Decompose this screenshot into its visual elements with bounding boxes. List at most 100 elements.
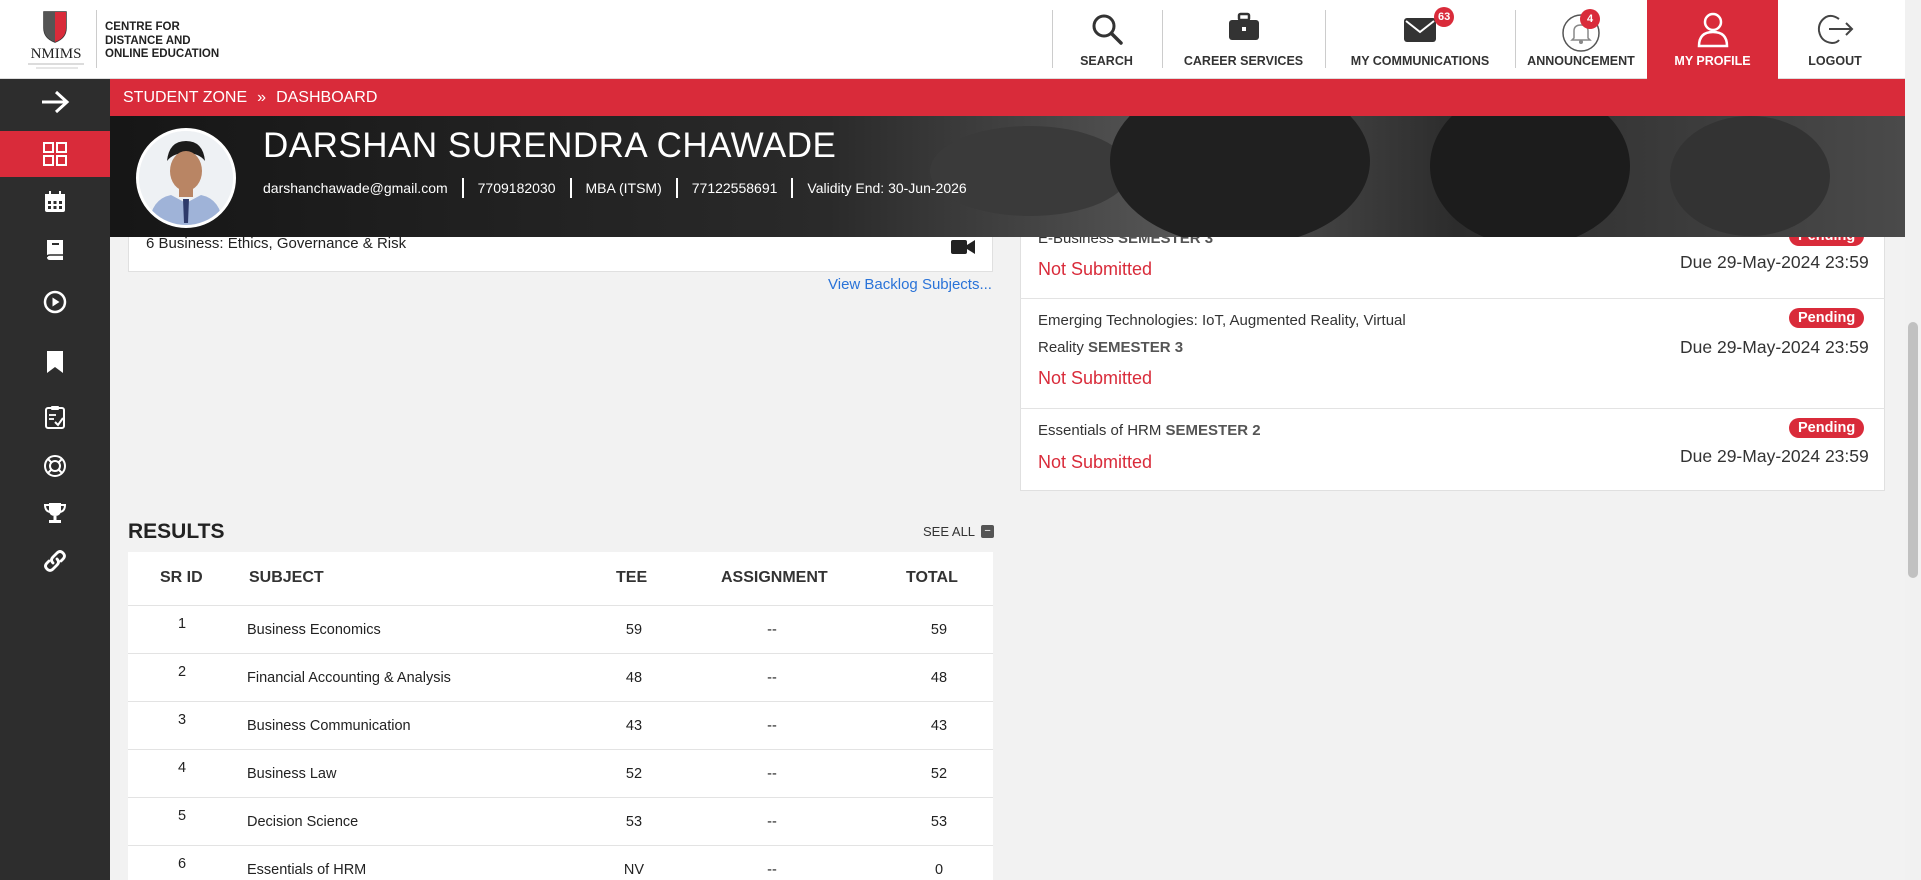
- divider: [1020, 298, 1885, 299]
- row-total: 0: [934, 862, 944, 878]
- row-subject: Business Communication: [247, 718, 411, 734]
- assignment-status: Not Submitted: [1038, 368, 1153, 388]
- nav-logout-label: LOGOUT: [1808, 54, 1862, 68]
- nav-search[interactable]: SEARCH: [1053, 0, 1160, 79]
- row-subject: Essentials of HRM: [247, 862, 367, 878]
- banner-deco: [1110, 116, 1370, 237]
- row-tee: 52: [625, 766, 643, 782]
- dashboard-grid-icon: [43, 142, 67, 166]
- avatar[interactable]: [136, 128, 236, 228]
- collapse-icon[interactable]: −: [981, 525, 995, 538]
- assignment-status: Not Submitted: [1038, 259, 1153, 279]
- banner-deco: [930, 126, 1130, 216]
- student-name: DARSHAN SURENDRA CHAWADE: [263, 126, 837, 165]
- row-assignment: --: [767, 718, 777, 734]
- banner-deco: [1430, 116, 1630, 237]
- sidebar-item-support[interactable]: [0, 443, 110, 489]
- sidebar-item-links[interactable]: [0, 538, 110, 584]
- row-tee: 53: [625, 814, 643, 830]
- lifebuoy-icon: [44, 455, 66, 477]
- nav-announcement-label: ANNOUNCEMENT: [1527, 54, 1635, 68]
- row-subject: Business Law: [247, 766, 337, 782]
- sidebar: [0, 79, 110, 880]
- banner-deco: [1670, 116, 1830, 236]
- assignment-due-date: Due 29-May-2024 23:59: [1680, 446, 1869, 466]
- column-header-total: TOTAL: [906, 569, 958, 586]
- nav-announcement[interactable]: 4 ANNOUNCEMENT: [1516, 0, 1646, 79]
- nav-career-services[interactable]: CAREER SERVICES: [1163, 0, 1324, 79]
- sidebar-item-bookmarks[interactable]: [0, 339, 110, 385]
- clipboard-check-icon: [45, 406, 65, 429]
- logout-icon: [1817, 14, 1854, 45]
- table-row: 6 Essentials of HRM NV -- 0: [128, 846, 993, 880]
- column-header-assignment: ASSIGNMENT: [721, 569, 828, 586]
- row-sr-id: 5: [178, 808, 187, 824]
- sidebar-item-dashboard[interactable]: [0, 131, 110, 177]
- bookmark-icon: [47, 351, 63, 373]
- table-row: 3 Business Communication 43 -- 43: [128, 702, 993, 750]
- assignment-semester: SEMESTER 2: [1165, 422, 1261, 439]
- assignment-due-date: Due 29-May-2024 23:59: [1680, 252, 1869, 272]
- page-scrollbar-thumb[interactable]: [1908, 322, 1918, 578]
- breadcrumb-student-zone[interactable]: STUDENT ZONE: [123, 89, 247, 107]
- envelope-icon: [1404, 18, 1436, 42]
- user-icon: [1697, 12, 1728, 48]
- student-info: darshanchawade@gmail.com 7709182030 MBA …: [263, 178, 967, 198]
- nav-my-communications[interactable]: 63 MY COMMUNICATIONS: [1326, 0, 1514, 79]
- pending-badge: Pending: [1789, 308, 1865, 328]
- row-subject: Decision Science: [247, 814, 359, 830]
- info-divider: [461, 178, 464, 198]
- sidebar-item-videos[interactable]: [0, 279, 110, 325]
- table-row: 2 Financial Accounting & Analysis 48 -- …: [128, 654, 993, 702]
- calendar-icon: [45, 191, 65, 212]
- trophy-icon: [43, 503, 67, 523]
- breadcrumb: STUDENT ZONE » DASHBOARD: [110, 79, 1905, 116]
- row-total: 43: [930, 718, 948, 734]
- view-backlog-subjects-link[interactable]: View Backlog Subjects...: [828, 276, 992, 293]
- sidebar-item-calendar[interactable]: [0, 179, 110, 225]
- announcement-count-badge: 4: [1580, 9, 1600, 29]
- video-camera-icon[interactable]: [950, 238, 976, 256]
- nmims-logo[interactable]: NMIMS: [22, 6, 90, 72]
- student-sap-id: 77122558691: [691, 180, 778, 196]
- logo-line-3: ONLINE EDUCATION: [105, 48, 220, 60]
- link-icon: [44, 550, 66, 572]
- sidebar-expand[interactable]: [0, 79, 110, 125]
- row-tee: 48: [625, 670, 643, 686]
- row-tee: 59: [625, 622, 643, 638]
- nav-my-profile[interactable]: MY PROFILE: [1647, 0, 1778, 79]
- assignment-subject: Emerging Technologies: IoT, Augmented Re…: [1038, 307, 1406, 361]
- row-subject: Business Economics: [247, 622, 381, 638]
- top-header: NMIMS CENTRE FOR DISTANCE AND ONLINE EDU…: [0, 0, 1905, 79]
- sidebar-item-assignments[interactable]: [0, 394, 110, 440]
- results-table: SR ID SUBJECT TEE ASSIGNMENT TOTAL 1 Bus…: [128, 552, 993, 880]
- sidebar-item-library[interactable]: [0, 227, 110, 273]
- student-email: darshanchawade@gmail.com: [263, 180, 448, 196]
- row-sr-id: 1: [178, 616, 187, 632]
- see-all-button[interactable]: SEE ALL −: [923, 524, 995, 539]
- assignment-due-date: Due 29-May-2024 23:59: [1680, 337, 1869, 357]
- row-total: 53: [930, 814, 948, 830]
- svg-text:NMIMS: NMIMS: [31, 46, 82, 62]
- play-circle-icon: [43, 290, 67, 314]
- table-row: 1 Business Economics 59 -- 59: [128, 606, 993, 654]
- logo-text: CENTRE FOR DISTANCE AND ONLINE EDUCATION: [105, 21, 219, 62]
- search-icon: [1092, 14, 1123, 45]
- column-header-subject: SUBJECT: [249, 569, 324, 586]
- column-header-tee: TEE: [616, 569, 648, 586]
- assignment-subject-name-cont: Reality: [1038, 339, 1084, 356]
- assignment-semester: SEMESTER 3: [1088, 339, 1184, 356]
- column-header-sr-id: SR ID: [160, 569, 203, 586]
- nav-logout[interactable]: LOGOUT: [1778, 0, 1892, 79]
- table-row: 5 Decision Science 53 -- 53: [128, 798, 993, 846]
- logo-line-1: CENTRE FOR: [105, 21, 180, 33]
- subject-name[interactable]: 6 Business: Ethics, Governance & Risk: [146, 235, 406, 252]
- sidebar-item-achievements[interactable]: [0, 490, 110, 536]
- row-assignment: --: [767, 670, 777, 686]
- row-sr-id: 6: [178, 856, 187, 872]
- row-total: 52: [930, 766, 948, 782]
- assignment-subject-name: Emerging Technologies: IoT, Augmented Re…: [1038, 312, 1406, 329]
- nav-search-label: SEARCH: [1080, 54, 1133, 68]
- table-row: 4 Business Law 52 -- 52: [128, 750, 993, 798]
- book-icon: [46, 240, 63, 260]
